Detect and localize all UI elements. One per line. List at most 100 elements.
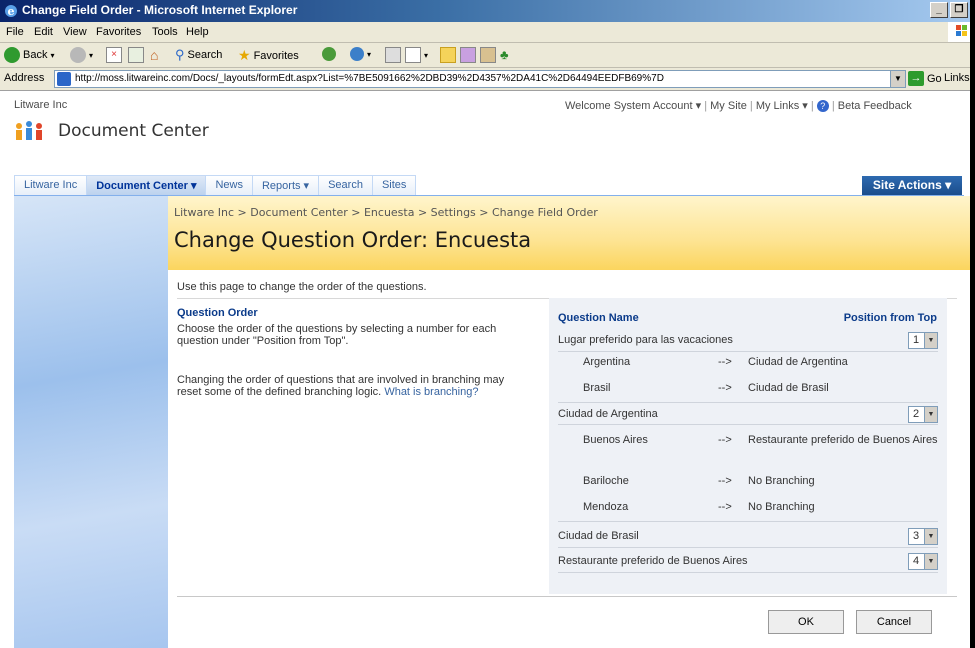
folder-button[interactable]	[440, 47, 456, 63]
ok-button[interactable]: OK	[768, 610, 844, 634]
position-value: 4	[913, 555, 920, 567]
refresh-icon	[128, 47, 144, 63]
site-title-area: Document Center	[0, 117, 970, 159]
address-input[interactable]: http://moss.litwareinc.com/Docs/_layouts…	[54, 70, 906, 88]
address-url: http://moss.litwareinc.com/Docs/_layouts…	[75, 73, 664, 84]
site-actions-menu[interactable]: Site Actions ▾	[862, 176, 962, 195]
question-name: Restaurante preferido de Buenos Aires	[558, 555, 748, 567]
tab-document-center[interactable]: Document Center ▾	[87, 175, 207, 195]
tab-sites[interactable]: Sites	[372, 175, 417, 195]
branch-answer: Buenos Aires	[583, 434, 648, 446]
question-name: Ciudad de Argentina	[558, 408, 658, 420]
forward-button[interactable]: ▾	[70, 47, 93, 63]
site-title[interactable]: Document Center	[58, 121, 209, 141]
maximize-button[interactable]: ❐	[950, 2, 968, 18]
menu-help[interactable]: Help	[186, 26, 209, 38]
address-bar: Address http://moss.litwareinc.com/Docs/…	[0, 68, 970, 91]
search-label: Search	[187, 49, 223, 61]
go-button[interactable]: → Go	[908, 71, 942, 86]
media-button[interactable]	[322, 47, 336, 61]
branch-row: Bariloche --> No Branching	[558, 475, 938, 495]
page-icon	[57, 72, 71, 86]
research-button[interactable]	[480, 47, 496, 63]
edit-button[interactable]: ▾	[405, 47, 428, 63]
menu-favorites[interactable]: Favorites	[96, 26, 141, 38]
question-row: Lugar preferido para las vacaciones 1 ▼	[558, 331, 938, 352]
position-select[interactable]: 4 ▼	[908, 553, 938, 570]
my-site-link[interactable]: My Site	[710, 100, 747, 112]
beta-feedback-link[interactable]: Beta Feedback	[838, 100, 912, 112]
messenger-button[interactable]: ♣	[500, 47, 509, 62]
tab-search[interactable]: Search	[319, 175, 373, 195]
discuss-button[interactable]	[460, 47, 476, 63]
address-dropdown-icon[interactable]: ▼	[890, 71, 905, 87]
title-bar: e Change Field Order - Microsoft Interne…	[0, 0, 970, 22]
favorites-button[interactable]: ★ Favorites	[238, 47, 299, 64]
tab-reports[interactable]: Reports ▾	[252, 175, 320, 195]
dropdown-arrow-icon: ▼	[924, 529, 937, 544]
question-row: Restaurante preferido de Buenos Aires 4 …	[558, 548, 938, 573]
main-content: Use this page to change the order of the…	[168, 270, 970, 648]
welcome-menu[interactable]: Welcome System Account ▾	[565, 100, 701, 112]
menu-view[interactable]: View	[63, 26, 87, 38]
home-button[interactable]: ⌂	[150, 47, 158, 63]
cancel-button[interactable]: Cancel	[856, 610, 932, 634]
breadcrumb[interactable]: Litware Inc > Document Center > Encuesta…	[174, 206, 598, 219]
messenger-icon: ♣	[500, 47, 509, 62]
branch-target: Ciudad de Brasil	[748, 382, 829, 394]
position-value: 3	[913, 530, 920, 542]
question-row: Ciudad de Argentina 2 ▼	[558, 404, 938, 425]
search-button[interactable]: ⚲ Search	[175, 47, 222, 63]
back-button[interactable]: Back ▾	[4, 47, 54, 63]
branch-arrow: -->	[718, 356, 732, 368]
stop-icon: ×	[106, 47, 122, 63]
branch-row: Brasil --> Ciudad de Brasil	[558, 382, 938, 403]
branch-answer: Argentina	[583, 356, 631, 368]
question-order-panel: Question Name Position from Top Lugar pr…	[549, 298, 947, 594]
address-label: Address	[4, 72, 45, 84]
browser-window: e Change Field Order - Microsoft Interne…	[0, 0, 975, 648]
refresh-button[interactable]	[128, 47, 144, 63]
edit-page-icon	[405, 47, 421, 63]
top-navigation: Litware Inc Document Center ▾ News Repor…	[14, 175, 964, 196]
position-select[interactable]: 3 ▼	[908, 528, 938, 545]
tab-news[interactable]: News	[206, 175, 253, 195]
print-button[interactable]	[385, 47, 401, 63]
column-header-position: Position from Top	[843, 312, 937, 324]
question-name: Ciudad de Brasil	[558, 530, 639, 542]
research-icon	[480, 47, 496, 63]
search-icon: ⚲	[175, 47, 185, 62]
branch-arrow: -->	[718, 501, 732, 513]
what-is-branching-link[interactable]: What is branching?	[384, 386, 478, 398]
stop-button[interactable]: ×	[106, 47, 122, 63]
branch-answer: Mendoza	[583, 501, 629, 513]
branch-arrow: -->	[718, 434, 732, 446]
position-select[interactable]: 2 ▼	[908, 406, 938, 423]
menu-tools[interactable]: Tools	[152, 26, 178, 38]
menu-edit[interactable]: Edit	[34, 26, 53, 38]
window-title: Change Field Order - Microsoft Internet …	[22, 3, 298, 17]
divider	[177, 596, 957, 597]
help-icon[interactable]: ?	[816, 100, 829, 113]
tab-litware-inc[interactable]: Litware Inc	[14, 175, 88, 195]
mail-button[interactable]: ▾	[350, 47, 371, 61]
folder-icon	[440, 47, 456, 63]
page-title-area: Litware Inc > Document Center > Encuesta…	[168, 196, 970, 271]
branch-answer: Brasil	[583, 382, 611, 394]
section-description: Choose the order of the questions by sel…	[177, 323, 497, 347]
menu-bar: File Edit View Favorites Tools Help	[0, 22, 970, 43]
dropdown-arrow-icon: ▼	[924, 333, 937, 348]
site-name-link[interactable]: Litware Inc	[14, 99, 67, 111]
column-header-question-name: Question Name	[558, 312, 639, 324]
back-arrow-icon	[4, 47, 20, 63]
section-title: Question Order	[177, 307, 258, 319]
favorites-star-icon: ★	[238, 47, 251, 63]
minimize-button[interactable]: _	[930, 2, 948, 18]
svg-text:e: e	[8, 5, 15, 18]
left-navigation-panel	[14, 196, 168, 648]
position-select[interactable]: 1 ▼	[908, 332, 938, 349]
media-icon	[322, 47, 336, 61]
links-button[interactable]: Links	[944, 72, 970, 84]
menu-file[interactable]: File	[6, 26, 24, 38]
my-links-menu[interactable]: My Links ▾	[756, 100, 808, 112]
